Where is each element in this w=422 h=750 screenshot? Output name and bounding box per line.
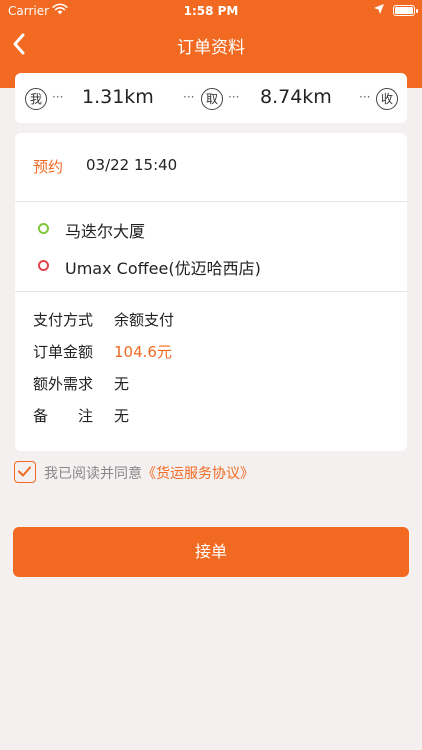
payment-method-label: 支付方式 [33,311,94,329]
dropoff-dot-icon [38,260,49,271]
nav-bar: 订单资料 [0,22,422,66]
route-dots: ··· [228,90,240,104]
extra-requirements-label: 额外需求 [33,375,94,393]
note-value: 无 [114,407,130,425]
route-dots: ··· [52,90,64,104]
extra-requirements-value: 无 [114,375,130,393]
distance-to-pickup: 1.31km [82,86,154,108]
dropoff-address: Umax Coffee(优迈哈西店) [65,259,261,278]
dropoff-marker: 收 [376,88,398,110]
order-amount-value: 104.6元 [114,343,172,361]
reservation-label: 预约 [33,158,64,176]
status-time: 1:58 PM [183,4,239,18]
agreement-checkbox[interactable] [14,461,36,483]
agreement-prefix: 我已阅读并同意 [44,466,142,482]
divider [15,201,407,202]
payment-method-value: 余额支付 [114,311,175,329]
service-agreement-link[interactable]: 《货运服务协议》 [142,466,254,482]
me-marker: 我 [25,88,47,110]
status-bar: Carrier 1:58 PM [0,0,422,22]
accept-order-button[interactable]: 接单 [13,527,409,577]
pickup-marker: 取 [201,88,223,110]
battery-icon [393,5,418,16]
pickup-dot-icon [38,223,49,234]
checkmark-icon [18,466,31,477]
divider [15,291,407,292]
order-amount-label: 订单金额 [33,343,94,361]
distance-to-dropoff: 8.74km [260,86,332,108]
order-details-card: 预约 03/22 15:40 马迭尔大厦 Umax Coffee(优迈哈西店) … [15,133,407,451]
page-title: 订单资料 [177,38,245,58]
route-dots: ··· [359,90,371,104]
pickup-address: 马迭尔大厦 [65,222,146,241]
note-label: 备 注 [33,407,94,425]
reservation-row: 预约 03/22 15:40 [33,156,177,177]
location-arrow-icon [374,4,384,14]
agreement-text: 我已阅读并同意《货运服务协议》 [44,463,254,483]
route-dots: ··· [183,90,195,104]
distance-card: 我 ··· 1.31km ··· 取 ··· 8.74km ··· 收 [15,73,407,123]
reservation-time: 03/22 15:40 [86,156,178,174]
